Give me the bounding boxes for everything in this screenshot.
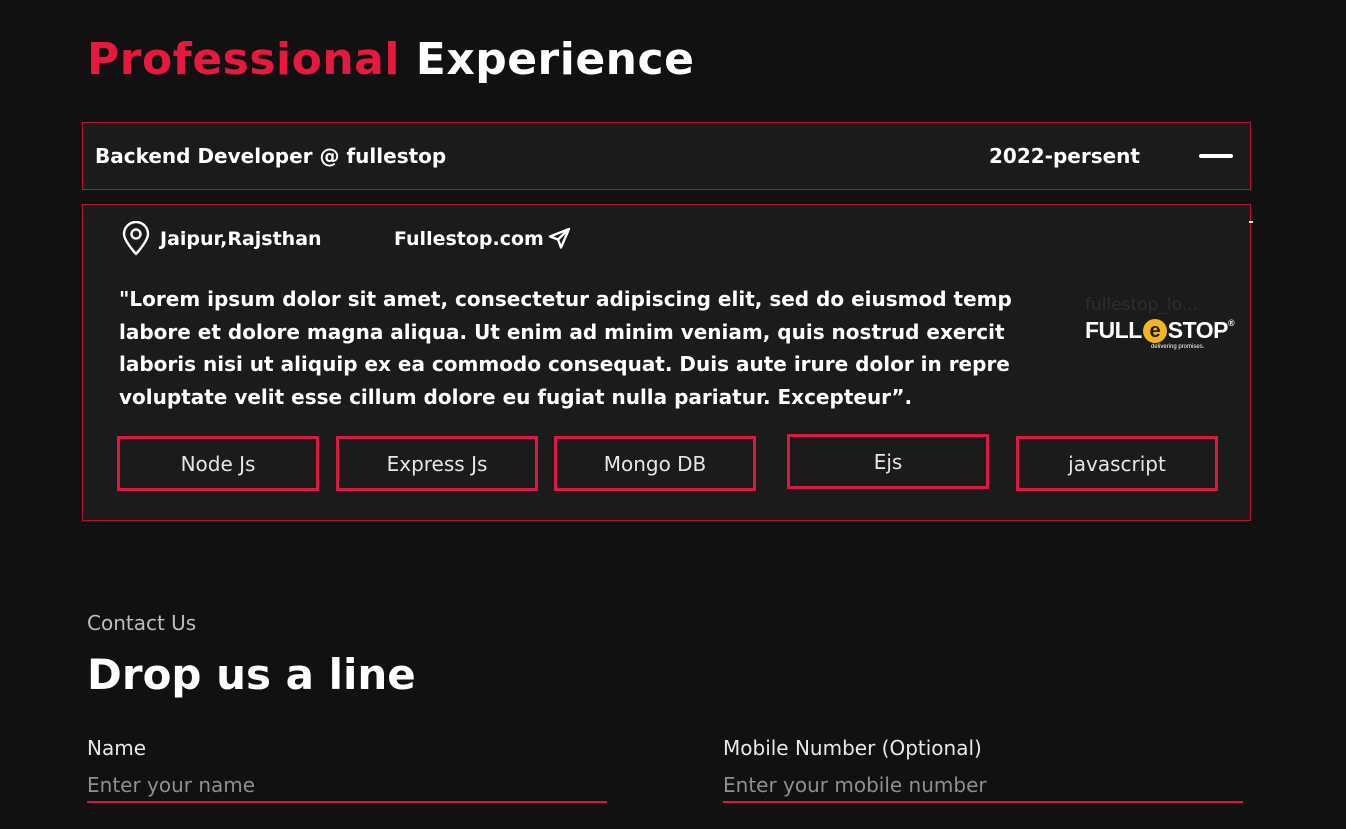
collapse-toggle[interactable] (1196, 139, 1236, 173)
logo-alt-text: fullestop_lo... (1085, 295, 1198, 315)
contact-title: Drop us a line (87, 650, 416, 699)
section-title: Professional Experience (87, 34, 694, 85)
panel-corner-mark (1249, 221, 1253, 223)
job-period: 2022-persent (989, 144, 1140, 168)
location-pin-icon (122, 221, 150, 256)
job-description: "Lorem ipsum dolor sit amet, consectetur… (119, 287, 1012, 409)
minus-icon (1199, 154, 1233, 158)
skill-tag[interactable]: Node Js (117, 436, 319, 491)
experience-accordion-header[interactable]: Backend Developer @ fullestop 2022-perse… (82, 122, 1251, 190)
logo-prefix: FULL (1085, 317, 1142, 343)
company-logo: fullestop_lo... FULL e STOP® delivering pr… (1083, 295, 1235, 375)
mobile-label: Mobile Number (Optional) (723, 736, 982, 760)
name-field: Name (87, 736, 607, 803)
job-title: Backend Developer @ fullestop (95, 144, 447, 168)
page: Professional Experience Backend Develope… (0, 0, 1346, 829)
logo-e: e (1142, 319, 1167, 343)
section-title-rest: Experience (415, 34, 695, 85)
company-website-label: Fullestop.com (394, 228, 544, 250)
name-input[interactable] (87, 769, 607, 803)
mobile-input[interactable] (723, 769, 1243, 803)
logo-suffix: STOP (1167, 317, 1229, 343)
job-location-label: Jaipur,Rajsthan (160, 228, 322, 250)
section-title-accent: Professional (87, 34, 400, 85)
send-icon (548, 227, 571, 249)
skill-tag[interactable]: javascript (1016, 436, 1218, 491)
logo-wordmark: FULL e STOP® (1085, 317, 1235, 344)
logo-tagline: delivering promises. (1151, 344, 1205, 350)
company-website-link[interactable]: Fullestop.com (394, 221, 573, 257)
skill-tag[interactable]: Ejs (787, 434, 989, 489)
contact-kicker: Contact Us (87, 611, 197, 635)
skill-tag[interactable]: Express Js (336, 436, 538, 491)
job-location: Jaipur,Rajsthan (119, 221, 322, 257)
mobile-field: Mobile Number (Optional) (723, 736, 1243, 803)
logo-registered: ® (1227, 318, 1235, 328)
skill-tag[interactable]: Mongo DB (554, 436, 756, 491)
name-label: Name (87, 736, 147, 760)
experience-details-panel: Jaipur,Rajsthan Fullestop.com "Lorem ips… (82, 204, 1253, 521)
